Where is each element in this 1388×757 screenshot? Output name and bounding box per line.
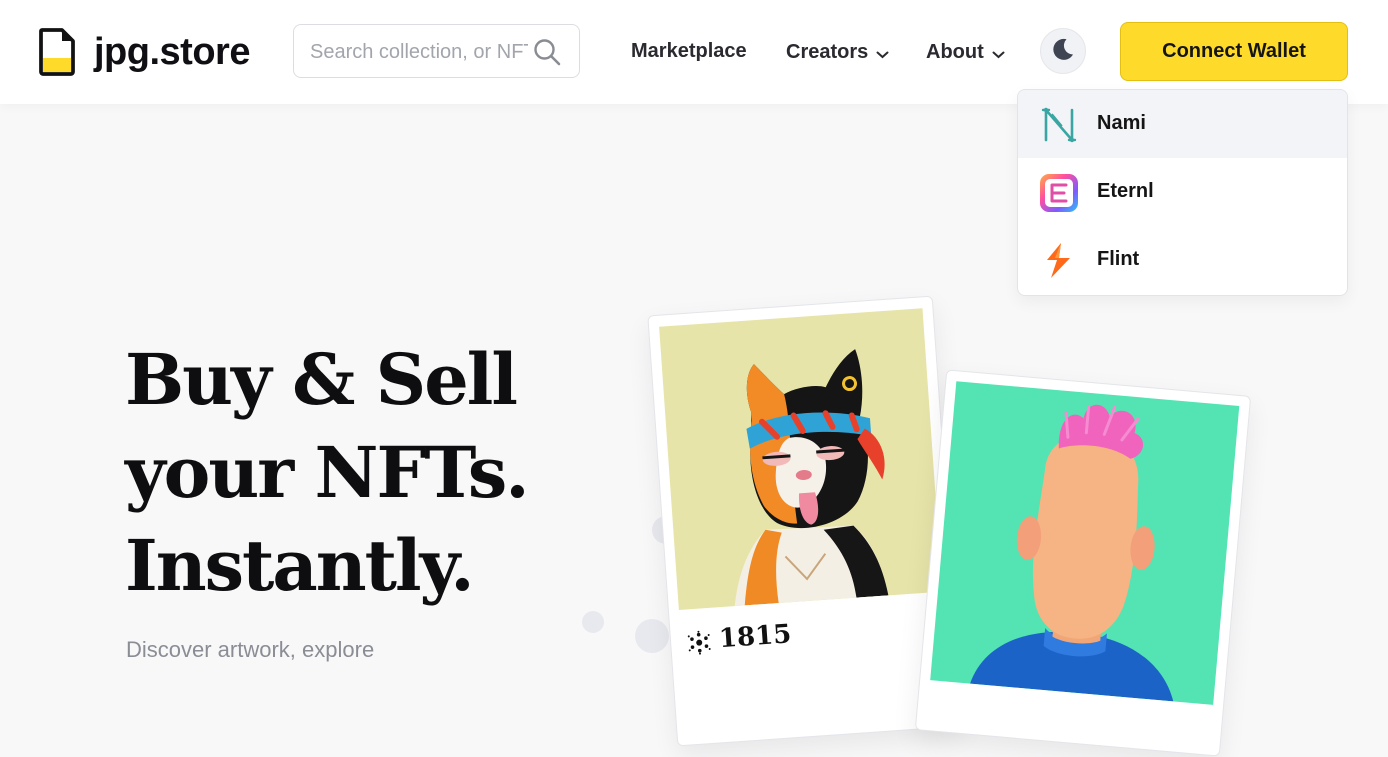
hero-title-line: Buy & Sell	[125, 338, 518, 421]
cardano-icon	[686, 630, 712, 661]
wallet-option-flint[interactable]: Flint	[1018, 226, 1347, 294]
chevron-down-icon	[876, 40, 889, 66]
nav-marketplace[interactable]: Marketplace	[631, 38, 747, 64]
flint-wallet-icon	[1038, 240, 1080, 282]
search-icon[interactable]	[533, 38, 561, 71]
hero-title-line: Instantly.	[125, 524, 475, 607]
pink-hair-character-nft-image	[930, 381, 1240, 705]
nami-wallet-icon	[1038, 104, 1080, 146]
logo-text: jpg.store	[94, 31, 250, 73]
nav-creators-label: Creators	[786, 41, 869, 63]
search-box	[293, 24, 580, 79]
nav-creators[interactable]: Creators	[786, 38, 889, 66]
nav-about[interactable]: About	[926, 38, 1005, 66]
wallet-option-eternl[interactable]: Eternl	[1018, 158, 1347, 226]
eternl-wallet-icon	[1038, 172, 1080, 214]
nav-about-label: About	[926, 41, 984, 63]
chevron-down-icon	[992, 40, 1005, 66]
hero-subtitle: Discover artwork, explore	[126, 637, 375, 662]
wallet-dropdown-menu: Nami Eternl Flint	[1017, 89, 1348, 296]
connect-wallet-button[interactable]: Connect Wallet	[1120, 22, 1348, 81]
hero-title: Buy & Sell your NFTs. Instantly.	[125, 333, 645, 612]
moon-icon	[1050, 36, 1076, 67]
search-input[interactable]	[308, 25, 530, 79]
hero-title-line: your NFTs.	[125, 431, 530, 514]
cat-nft-image	[659, 308, 943, 611]
wallet-option-label: Flint	[1097, 248, 1140, 270]
wallet-option-label: Nami	[1097, 112, 1146, 134]
wallet-option-nami[interactable]: Nami	[1018, 90, 1347, 158]
nft-card[interactable]: 1815	[647, 295, 963, 747]
logo-file-icon	[38, 28, 76, 76]
theme-toggle-button[interactable]	[1040, 28, 1086, 74]
wallet-option-label: Eternl	[1097, 180, 1154, 202]
nft-card[interactable]	[914, 369, 1252, 757]
logo[interactable]: jpg.store	[38, 28, 250, 76]
nav-marketplace-label: Marketplace	[631, 40, 747, 62]
decorative-dot	[582, 611, 604, 633]
nft-id-label: 1815	[717, 619, 793, 655]
decorative-dot	[635, 619, 669, 653]
